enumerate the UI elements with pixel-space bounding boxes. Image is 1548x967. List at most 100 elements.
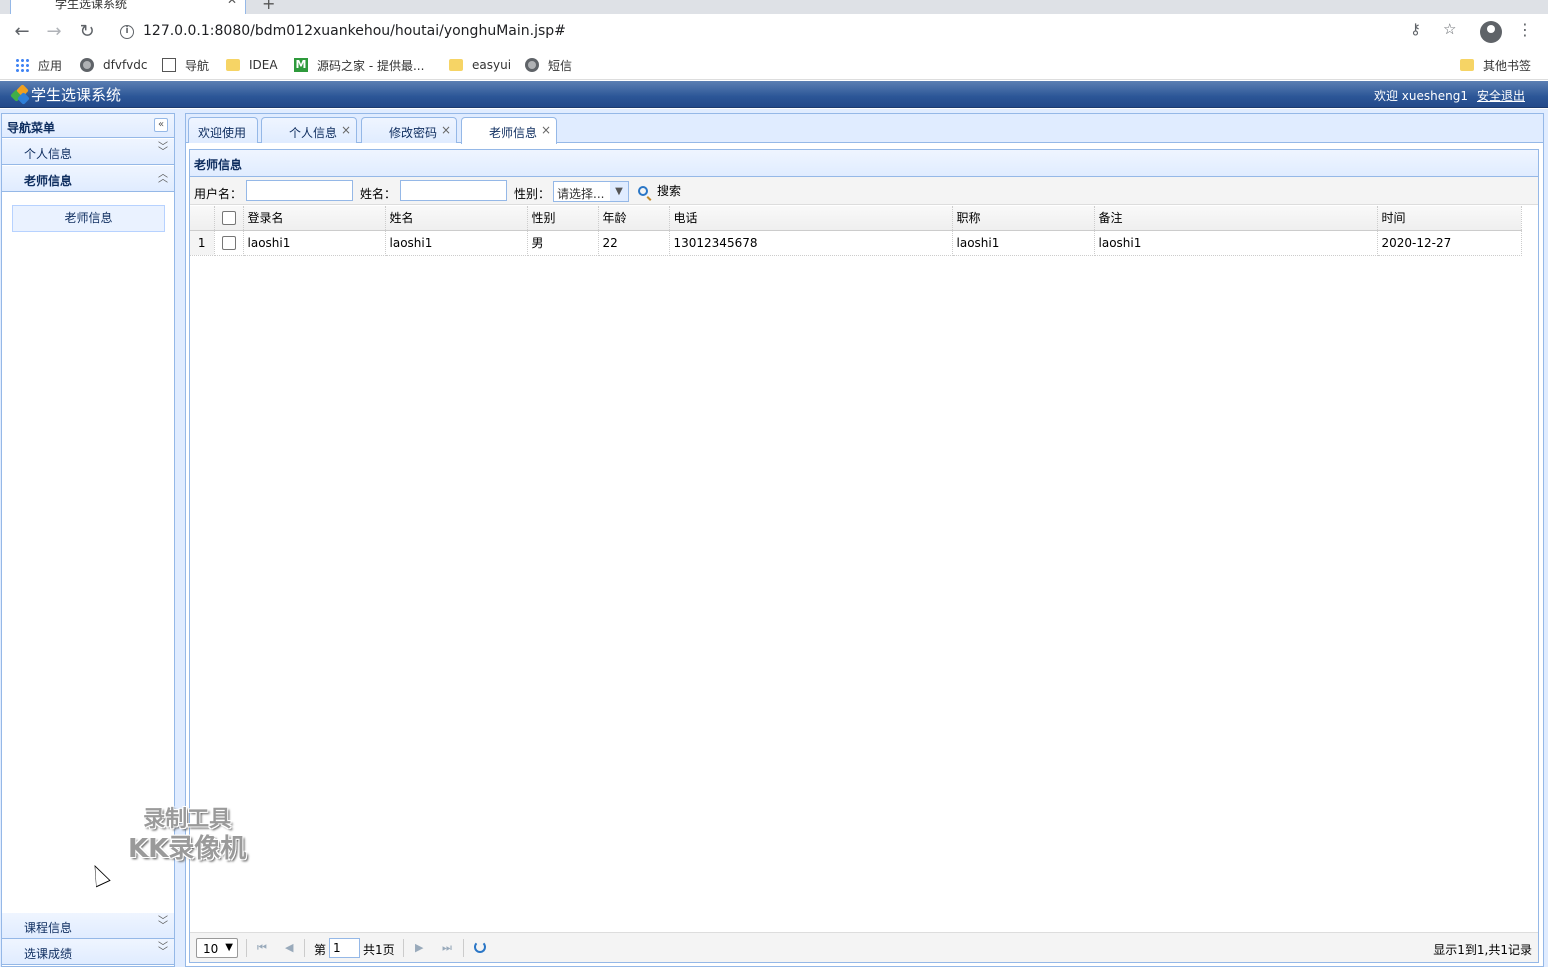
m-logo-icon: M xyxy=(294,58,308,72)
page-number-input[interactable]: 1 xyxy=(329,938,360,958)
sidebar-section-label: 个人信息 xyxy=(24,147,73,161)
last-page-icon[interactable]: ⏭ xyxy=(442,941,452,955)
recorder-watermark: 录制工具 KK录像机 xyxy=(128,806,246,864)
site-info-icon[interactable]: i xyxy=(120,25,134,39)
browser-menu-icon[interactable]: ⋮ xyxy=(1517,22,1533,38)
bookmark-label: dfvfvdc xyxy=(103,58,148,72)
chevron-double-down-icon[interactable]: ﹀ ﹀ xyxy=(158,917,168,932)
search-button[interactable]: 搜索 xyxy=(638,180,681,201)
browser-tab-close-icon[interactable]: ✕ xyxy=(227,0,237,7)
welcome-text: 欢迎 xuesheng1 xyxy=(1373,89,1468,103)
sidebar-section-grades[interactable]: 选课成绩 ﹀ ﹀ xyxy=(2,939,174,965)
cell-gender: 男 xyxy=(527,230,599,256)
pager-divider xyxy=(403,939,404,957)
tab-personal-info[interactable]: 个人信息 × xyxy=(261,117,357,143)
other-bookmarks-label: 其他书签 xyxy=(1483,58,1532,73)
new-tab-icon[interactable]: + xyxy=(262,0,275,13)
bookmark-label: 导航 xyxy=(185,58,210,73)
tab-change-password[interactable]: 修改密码 × xyxy=(361,117,457,143)
chevron-double-down-icon[interactable]: ﹀ ﹀ xyxy=(158,143,168,158)
refresh-icon[interactable] xyxy=(474,941,486,953)
username-input[interactable] xyxy=(246,180,353,201)
cell-time: 2020-12-27 xyxy=(1377,230,1522,256)
browser-tabstrip: 学生选课系统 ✕ + xyxy=(0,0,1548,14)
tab-close-icon[interactable]: × xyxy=(341,123,351,137)
bookmark-sms[interactable]: 短信 xyxy=(525,56,572,74)
chevron-double-down-icon[interactable]: ﹀ ﹀ xyxy=(158,943,168,958)
table-row[interactable]: 1 laoshi1 laoshi1 男 22 13012345678 laosh… xyxy=(190,230,1522,256)
bookmark-apps[interactable]: 应用 xyxy=(15,56,62,74)
cell-login: laoshi1 xyxy=(243,230,386,256)
key-icon[interactable]: ⚷ xyxy=(1410,20,1421,38)
cell-phone: 13012345678 xyxy=(669,230,953,256)
bookmark-easyui[interactable]: easyui xyxy=(449,56,511,74)
column-header-gender[interactable]: 性别 xyxy=(527,206,599,231)
select-all-checkbox[interactable] xyxy=(221,211,236,225)
page-size-select[interactable]: 10 ▼ xyxy=(196,938,238,958)
globe-icon xyxy=(525,58,539,72)
bookmark-star-icon[interactable]: ☆ xyxy=(1443,20,1456,38)
bookmark-yuanma[interactable]: M 源码之家 - 提供最... xyxy=(294,56,424,74)
sidebar-item-teacher-info[interactable]: 老师信息 xyxy=(12,205,165,232)
address-bar[interactable]: i 127.0.0.1:8080/bdm012xuankehou/houtai/… xyxy=(108,17,1468,47)
cell-age: 22 xyxy=(598,230,670,256)
chart-icon xyxy=(162,58,176,72)
panel-header: 老师信息 xyxy=(189,149,1539,176)
bookmark-label: easyui xyxy=(472,58,512,72)
row-select-cell xyxy=(214,230,244,256)
collapse-left-icon[interactable]: « xyxy=(154,118,168,132)
bookmark-dfvfvdc[interactable]: dfvfvdc xyxy=(80,56,147,74)
bookmark-idea[interactable]: IDEA xyxy=(226,56,278,74)
chevron-double-up-icon[interactable]: ︿ ︿ xyxy=(158,170,168,185)
back-icon[interactable]: ← xyxy=(10,20,34,44)
page-prefix: 第 xyxy=(314,943,327,957)
folder-icon xyxy=(1460,59,1474,71)
search-button-label: 搜索 xyxy=(657,184,682,198)
watermark-line1: 录制工具 xyxy=(143,807,232,832)
next-page-icon[interactable]: ▶ xyxy=(415,941,423,954)
name-label: 姓名： xyxy=(360,187,397,201)
table-header-row: 登录名 姓名 性别 年龄 电话 职称 备注 时间 xyxy=(190,206,1522,231)
address-url[interactable]: 127.0.0.1:8080/bdm012xuankehou/houtai/yo… xyxy=(143,23,566,39)
first-page-icon[interactable]: ⏮ xyxy=(257,941,267,955)
app-logo-icon xyxy=(10,84,30,105)
browser-tab[interactable]: 学生选课系统 ✕ xyxy=(10,0,246,14)
main-content: 欢迎使用 个人信息 × 修改密码 × 老师信息 × 老师信息 用户名： 姓名： xyxy=(185,113,1544,967)
reload-icon[interactable]: ↻ xyxy=(75,20,99,44)
sidebar-section-label: 课程信息 xyxy=(24,921,73,935)
sidebar-section-personal[interactable]: 个人信息 ﹀ ﹀ xyxy=(2,139,174,165)
sidebar-section-course[interactable]: 课程信息 ﹀ ﹀ xyxy=(2,913,174,939)
tab-close-icon[interactable]: × xyxy=(441,123,451,137)
tab-label: 欢迎使用 xyxy=(198,126,247,140)
tab-teacher-info[interactable]: 老师信息 × xyxy=(461,117,557,144)
search-toolbar: 用户名： 姓名： 性别： 请选择... ▼ 搜索 xyxy=(190,177,1538,205)
record-info: 显示1到1,共1记录 xyxy=(1433,943,1532,957)
gender-select[interactable]: 请选择... ▼ xyxy=(553,181,629,202)
column-header-phone[interactable]: 电话 xyxy=(669,206,953,231)
row-checkbox[interactable] xyxy=(221,235,236,250)
column-header-name[interactable]: 姓名 xyxy=(385,206,528,231)
profile-avatar-icon[interactable] xyxy=(1480,21,1502,43)
tab-welcome[interactable]: 欢迎使用 xyxy=(188,117,258,143)
sidebar-header: 导航菜单 « xyxy=(2,114,174,138)
prev-page-icon[interactable]: ◀ xyxy=(285,941,293,954)
forward-icon[interactable]: → xyxy=(42,20,66,44)
column-header-title[interactable]: 职称 xyxy=(952,206,1095,231)
tab-close-icon[interactable]: × xyxy=(541,123,551,137)
other-bookmarks[interactable]: 其他书签 xyxy=(1460,56,1531,74)
column-header-login[interactable]: 登录名 xyxy=(243,206,386,231)
bookmark-nav[interactable]: 导航 xyxy=(162,56,209,74)
column-header-remark[interactable]: 备注 xyxy=(1094,206,1378,231)
sidebar-section-teacher[interactable]: 老师信息 ︿ ︿ xyxy=(2,166,174,192)
watermark-line2: KK录像机 xyxy=(128,834,247,864)
apps-icon xyxy=(15,58,29,72)
bookmark-label: 应用 xyxy=(38,58,63,73)
column-header-age[interactable]: 年龄 xyxy=(598,206,670,231)
column-header-time[interactable]: 时间 xyxy=(1377,206,1522,231)
chevron-down-icon[interactable]: ▼ xyxy=(610,182,628,201)
name-input[interactable] xyxy=(400,180,507,201)
logout-link[interactable]: 安全退出 xyxy=(1477,87,1525,104)
gender-label: 性别： xyxy=(514,187,551,201)
chevron-down-icon: ▼ xyxy=(225,942,233,953)
teacher-table: 登录名 姓名 性别 年龄 电话 职称 备注 时间 1 laoshi1 laosh… xyxy=(190,206,1522,256)
